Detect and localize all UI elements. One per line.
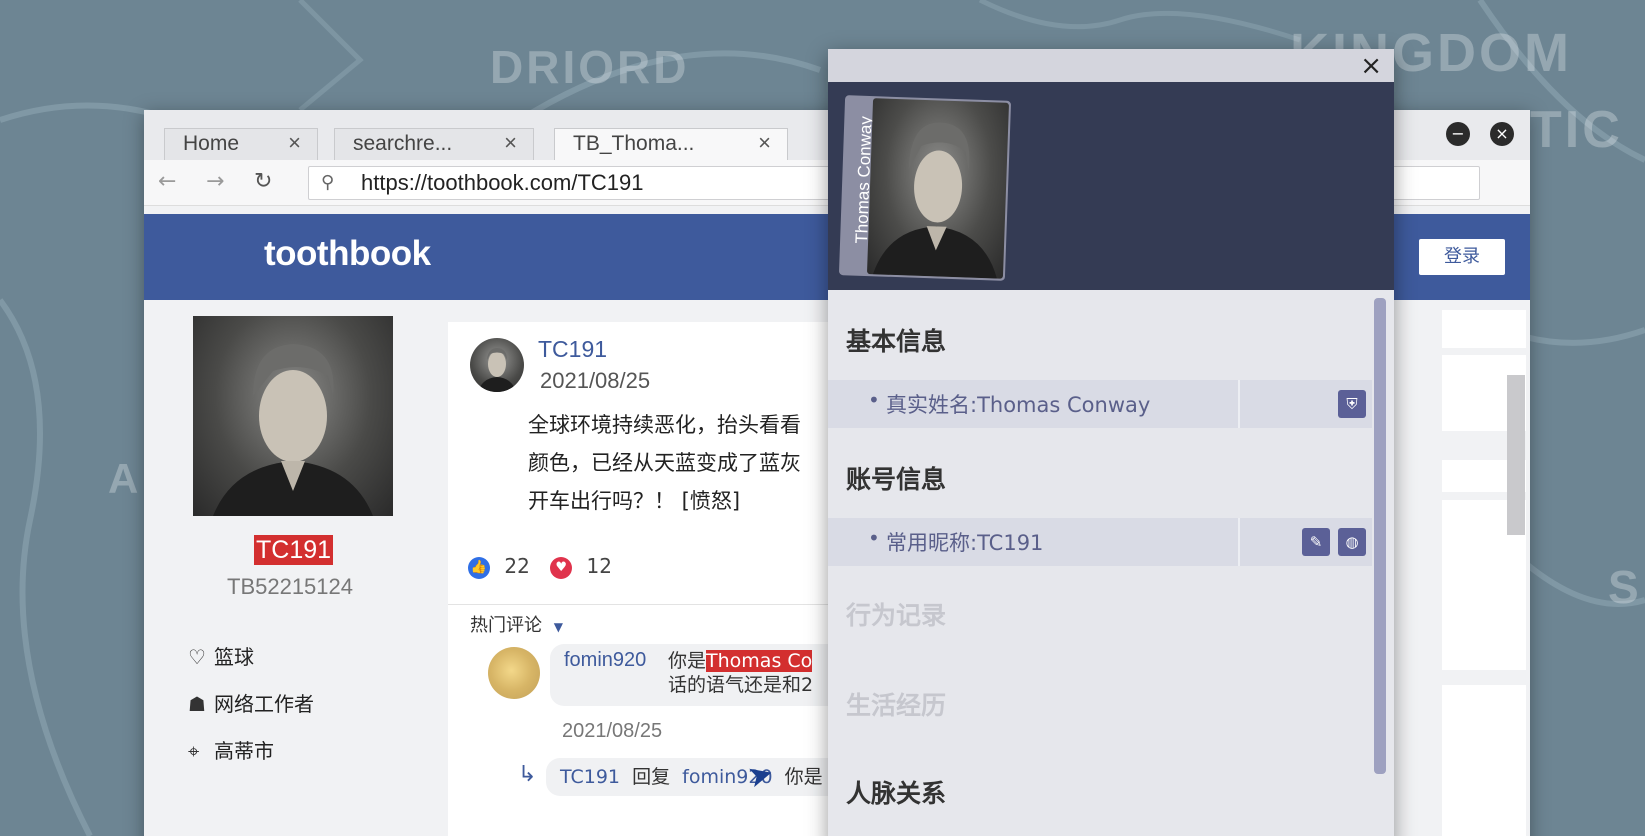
section-behavior-records[interactable]: 行为记录 [846,596,946,632]
window-close-button[interactable]: × [1490,122,1514,146]
section-life-experience[interactable]: 生活经历 [846,686,946,722]
side-card [1442,310,1526,348]
field-nickname-text: 常用昵称:TC191 [886,531,1044,555]
info-job: ☗ 网络工作者 [188,688,314,717]
site-logo[interactable]: toothbook [264,234,431,274]
comment-text-start: 你是 [668,650,707,672]
shield-icon[interactable]: ⛨ [1338,390,1366,418]
page-scrollbar[interactable] [1507,375,1525,535]
tie-icon: ☗ [188,692,206,716]
profile-id: TB52215124 [227,574,353,599]
tab-close-icon[interactable]: × [758,130,771,156]
bullet-icon: • [868,526,880,550]
comment-text: 你是Thomas Co 话的语气还是和2 [668,649,813,697]
tab-close-icon[interactable]: × [504,130,517,156]
field-nickname[interactable]: • 常用昵称:TC191 ✎ ◍ [828,518,1372,566]
reactions-bar: 👍 22 ♥ 12 [468,554,612,579]
comment-avatar[interactable] [488,647,540,699]
reply-arrow-icon: ↳ [518,762,537,787]
like-count: 22 [504,554,530,578]
popup-body: 基本信息 • 真实姓名:Thomas Conway ⛨ 账号信息 • 常用昵称:… [828,290,1394,836]
tab-label: searchre... [353,132,453,155]
map-label-a: A [108,455,142,502]
divider [1238,380,1240,428]
info-hobby: ♡ 篮球 [188,641,254,670]
tab-label: TB_Thoma... [573,132,695,155]
map-label-s: S [1608,561,1642,613]
tab-searchresults[interactable]: searchre... × [334,128,534,160]
post-date: 2021/08/25 [540,368,651,393]
id-card: Thomas Conway [838,95,1012,281]
hot-comments-label: 热门评论 [470,615,542,636]
url-text: https://toothbook.com/TC191 [361,170,644,195]
info-label: 高蒂市 [214,739,274,763]
location-icon: ⌖ [188,739,200,763]
info-label: 篮球 [214,645,254,669]
popup-header: Thomas Conway [828,82,1394,290]
profile-name: TC191 [254,535,334,565]
reply-text: 你是 [784,766,823,788]
profile-photo [193,316,393,516]
thumbs-up-icon[interactable]: 👍 [468,556,490,579]
info-label: 网络工作者 [214,692,314,716]
id-photo [866,98,1010,279]
post-username[interactable]: TC191 [538,336,607,363]
section-account-info: 账号信息 [846,465,947,494]
login-button[interactable]: 登录 [1419,239,1505,275]
popup-titlebar: × [828,49,1394,82]
tab-close-icon[interactable]: × [288,130,301,156]
reload-icon[interactable]: ↻ [254,169,272,194]
reply-verb: 回复 [632,766,671,788]
map-label-driord: DRIORD [490,41,690,93]
heart-icon: ♡ [188,645,206,669]
post-avatar[interactable] [470,338,524,392]
comment-highlight: Thomas Co [706,650,813,672]
comment-username[interactable]: fomin920 [564,649,646,672]
tag-icon[interactable]: ✎ [1302,528,1330,556]
globe-icon[interactable]: ◍ [1338,528,1366,556]
field-real-name[interactable]: • 真实姓名:Thomas Conway ⛨ [828,380,1372,428]
heart-count: 12 [586,554,612,578]
back-arrow-icon[interactable]: ← [158,169,176,194]
info-location: ⌖ 高蒂市 [188,735,274,764]
close-icon[interactable]: × [1360,51,1382,81]
map-label-tic: TIC [1530,101,1623,159]
bullet-icon: • [868,388,880,412]
divider [1238,518,1240,566]
side-card [1442,685,1526,836]
reply-username[interactable]: TC191 [560,766,620,788]
forward-arrow-icon[interactable]: → [206,169,224,194]
section-relationships[interactable]: 人脉关系 [846,774,946,810]
tab-home[interactable]: Home × [164,128,318,160]
comment-date: 2021/08/25 [562,720,663,742]
search-icon: ⚲ [321,172,335,193]
comment-text-line2: 话的语气还是和2 [668,674,814,696]
hot-comments-dropdown[interactable]: 热门评论 ▼ [470,611,563,637]
tab-label: Home [183,132,240,155]
popup-scrollbar[interactable] [1374,298,1386,774]
heart-reaction-icon[interactable]: ♥ [550,556,573,579]
field-real-name-text: 真实姓名:Thomas Conway [886,393,1151,417]
chevron-down-icon: ▼ [553,620,563,634]
tab-tb-thomas[interactable]: TB_Thoma... × [554,128,788,160]
minimize-button[interactable]: − [1446,122,1470,146]
profile-popup: × Thomas Conway 基本信息 • 真实姓名:Thomas Conwa… [828,49,1394,836]
section-basic-info: 基本信息 [846,327,947,356]
